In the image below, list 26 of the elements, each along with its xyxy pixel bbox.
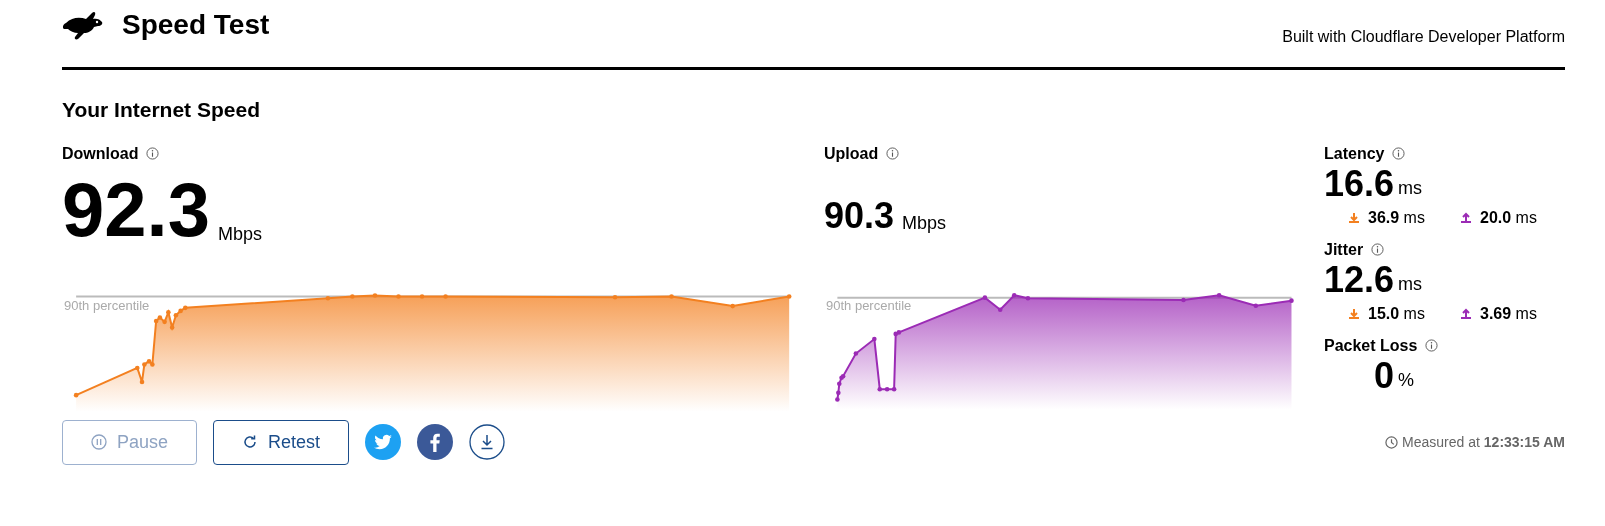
unit-label: ms (1398, 272, 1423, 296)
metric-reading: 36.9 ms (1368, 207, 1425, 228)
metric-label: Packet Loss (1324, 335, 1418, 356)
unit-label: Mbps (902, 211, 947, 235)
metric-value: 12.6 (1324, 261, 1395, 298)
tagline: Built with Cloudflare Developer Platform (1282, 27, 1565, 47)
speed-value: 90.3 (824, 197, 895, 234)
section-heading: Your Internet Speed (62, 97, 261, 123)
unit-label: Mbps (217, 222, 262, 246)
metric-value: 0 (1374, 357, 1395, 394)
speed-value: 92.3 (62, 171, 210, 248)
measured-time: Measured at 12:33:15 AM (1402, 432, 1565, 452)
metric-reading: 15.0 ms (1368, 303, 1425, 324)
retest-button[interactable]: Retest (213, 419, 350, 465)
metric-label: Download (62, 143, 139, 164)
unit-label: % (1398, 368, 1415, 392)
metric-reading: 3.69 ms (1480, 303, 1537, 324)
unit-label: ms (1398, 176, 1423, 200)
percentile-label: 90th percentile (826, 298, 912, 312)
metric-label: Upload (824, 143, 879, 164)
metric-label: Latency (1324, 143, 1385, 164)
percentile-label: 90th percentile (64, 298, 150, 312)
metric-value: 16.6 (1324, 165, 1395, 202)
metric-label: Jitter (1324, 239, 1364, 260)
app-title: Speed Test (122, 8, 270, 42)
metric-reading: 20.0 ms (1480, 207, 1537, 228)
